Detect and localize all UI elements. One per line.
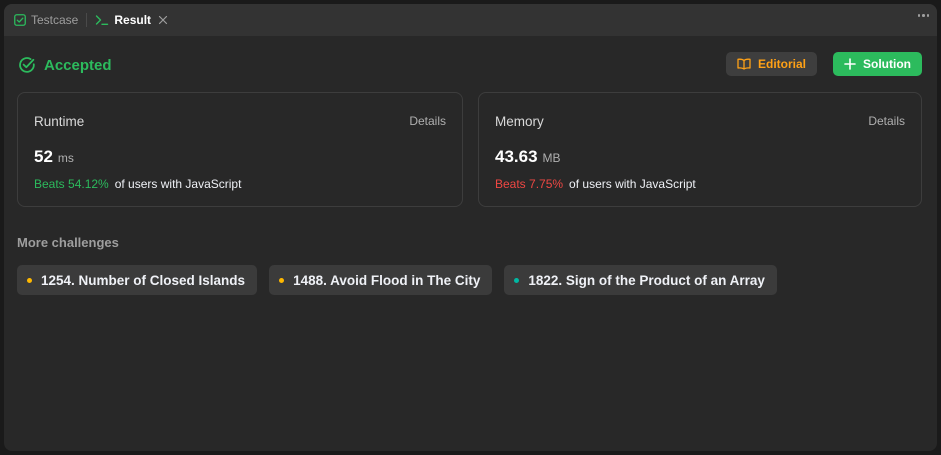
challenge-label: 1254. Number of Closed Islands (41, 272, 246, 288)
runtime-beats-percent: Beats 54.12% (34, 177, 109, 191)
tab-divider (86, 13, 88, 27)
memory-value: 43.63 MB (495, 147, 561, 167)
checkbox-icon (14, 14, 26, 26)
difficulty-medium-dot (279, 277, 285, 283)
result-panel: Testcase Result Accepted Editorial Solut… (4, 4, 937, 451)
runtime-value: 52 ms (34, 147, 74, 167)
runtime-details-link[interactable]: Details (409, 114, 446, 128)
plus-icon (844, 58, 856, 70)
runtime-beats: Beats 54.12% of users with JavaScript (34, 177, 241, 191)
panel-tab-bar: Testcase Result (4, 4, 937, 36)
challenge-chip[interactable]: 1254. Number of Closed Islands (17, 265, 258, 295)
runtime-title: Runtime (34, 114, 85, 129)
memory-beats: Beats 7.75% of users with JavaScript (495, 177, 696, 191)
challenge-chip[interactable]: 1822. Sign of the Product of an Array (504, 265, 777, 295)
status-label: Accepted (44, 56, 112, 74)
more-challenges-heading: More challenges (17, 235, 119, 250)
runtime-unit: ms (57, 151, 74, 165)
tab-result-label: Result (114, 13, 152, 27)
solution-button[interactable]: Solution (833, 52, 922, 76)
memory-details-link[interactable]: Details (868, 114, 905, 128)
runtime-beats-suffix: of users with JavaScript (114, 177, 242, 191)
memory-number: 43.63 (495, 147, 538, 166)
runtime-number: 52 (34, 147, 53, 166)
check-circle-icon (18, 56, 36, 74)
memory-beats-suffix: of users with JavaScript (569, 177, 696, 191)
solution-label: Solution (863, 57, 911, 71)
tab-testcase-label: Testcase (31, 13, 79, 27)
tab-testcase[interactable]: Testcase (4, 4, 78, 36)
close-icon[interactable] (158, 15, 168, 25)
memory-beats-percent: Beats 7.75% (495, 177, 564, 191)
challenge-chip[interactable]: 1488. Avoid Flood in The City (269, 265, 493, 295)
submission-status: Accepted (18, 56, 112, 74)
challenge-label: 1488. Avoid Flood in The City (293, 272, 481, 288)
editorial-label: Editorial (757, 57, 806, 71)
editorial-button[interactable]: Editorial (726, 52, 817, 76)
runtime-card[interactable]: Runtime Details 52 ms Beats 54.12% of us… (17, 92, 463, 207)
difficulty-medium-dot (27, 277, 32, 283)
more-options-icon[interactable] (917, 14, 929, 17)
terminal-prompt-icon (95, 14, 109, 26)
challenge-label: 1822. Sign of the Product of an Array (528, 272, 765, 288)
memory-title: Memory (495, 114, 544, 129)
difficulty-easy-dot (514, 277, 520, 283)
book-icon (737, 58, 751, 70)
tab-result[interactable]: Result (95, 4, 168, 36)
challenge-list: 1254. Number of Closed Islands 1488. Avo… (17, 265, 777, 295)
memory-card[interactable]: Memory Details 43.63 MB Beats 7.75% of u… (478, 92, 922, 207)
memory-unit: MB (542, 151, 561, 165)
